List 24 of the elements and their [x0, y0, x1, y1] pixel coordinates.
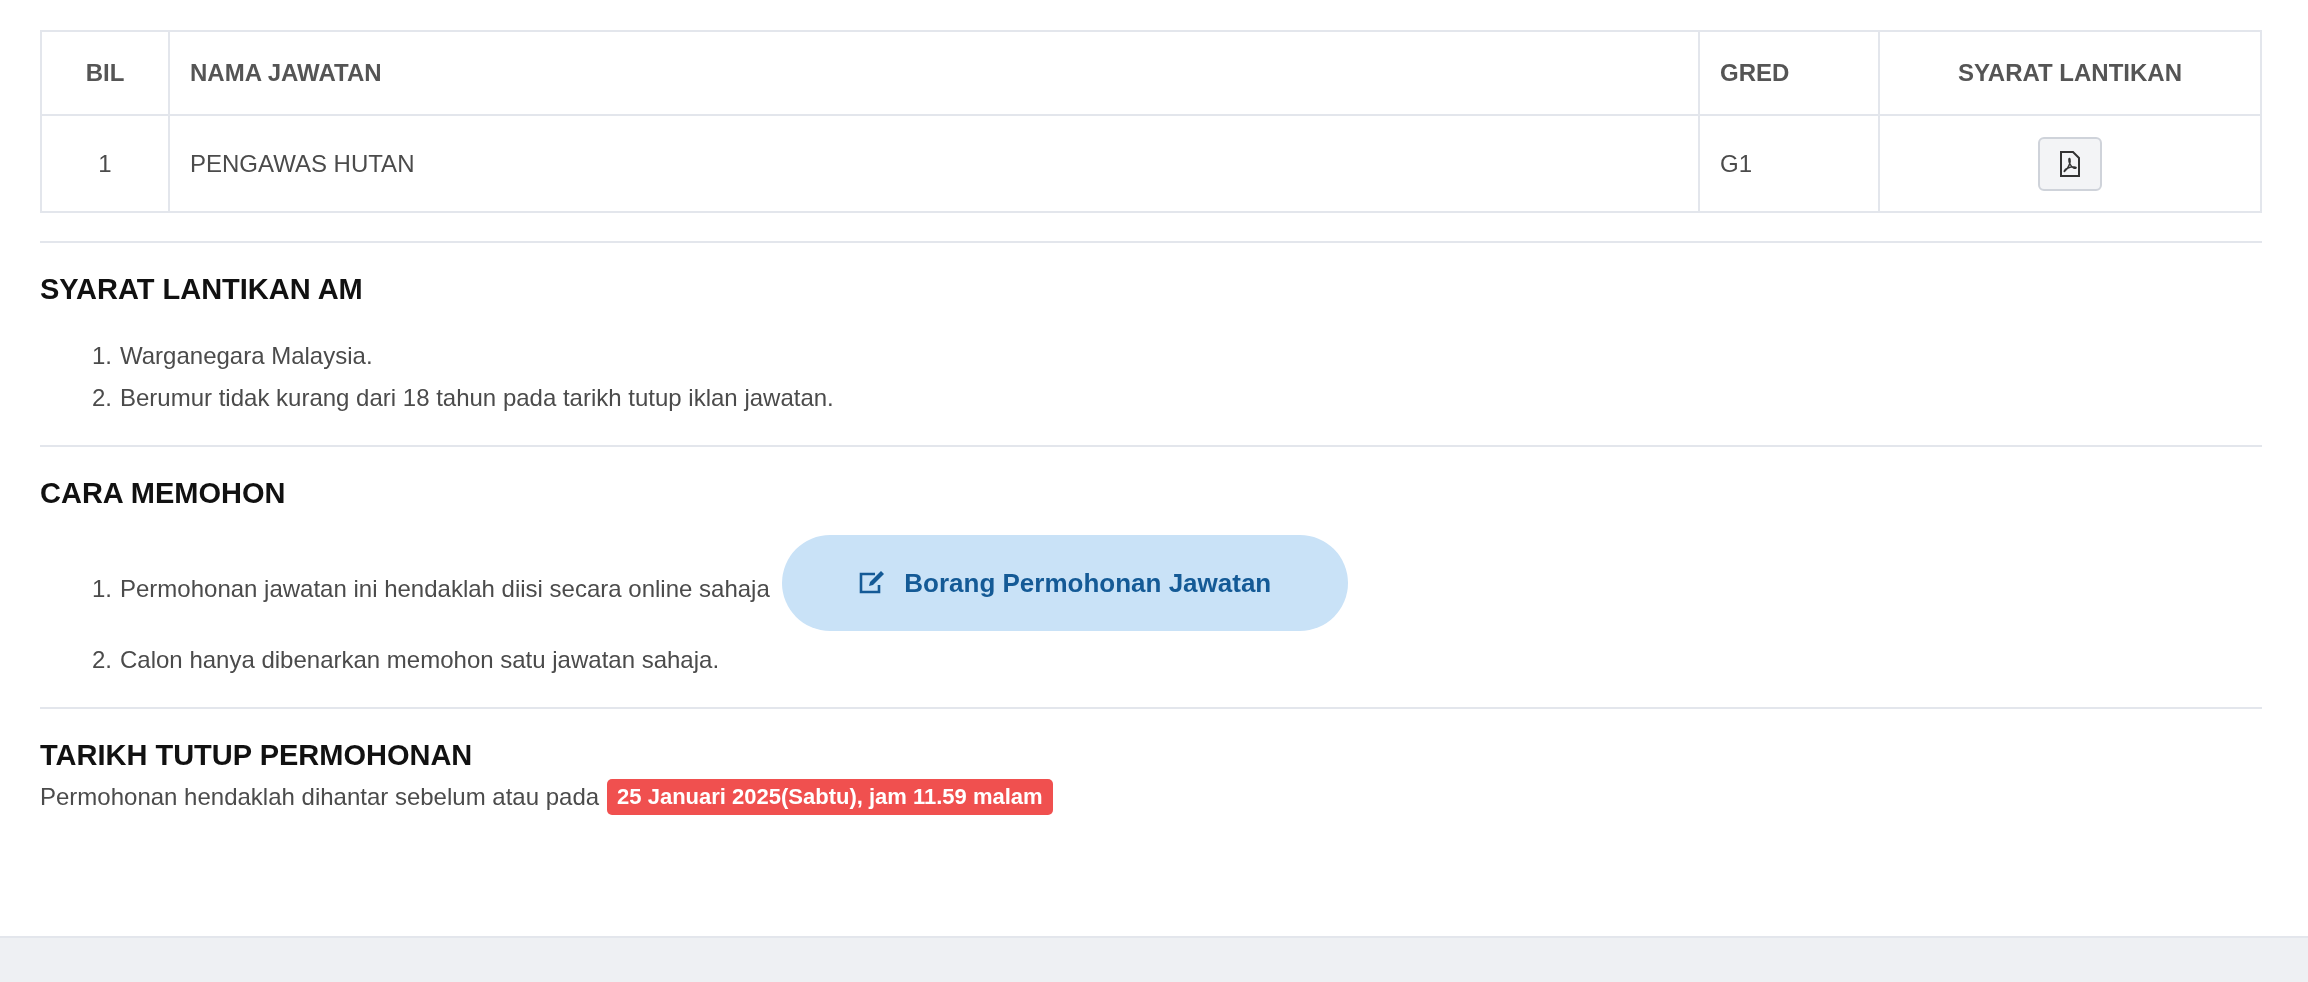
edit-icon: [858, 571, 887, 595]
list-number: 1.: [91, 341, 112, 371]
column-header: BIL: [41, 31, 169, 115]
pdf-file-icon: [2059, 150, 2081, 177]
column-header: SYARAT LANTIKAN: [1879, 31, 2261, 115]
list-number: 2.: [91, 645, 112, 675]
closing-text: Permohonan hendaklah dihantar sebelum atau pada: [40, 782, 600, 812]
list-number: 2.: [91, 383, 112, 413]
list-text: Berumur tidak kurang dari 18 tahun pada tarikh tutup iklan jawatan.: [120, 383, 834, 413]
pdf-button[interactable]: [2038, 136, 2102, 191]
list-number: 1.: [91, 574, 112, 604]
section-title: CARA MEMOHON: [40, 476, 287, 511]
table-cell: G1: [1699, 115, 1879, 212]
column-header: NAMA JAWATAN: [169, 31, 1699, 115]
date-badge: 25 Januari 2025(Sabtu), jam 11.59 malam: [607, 779, 1053, 815]
list-text: Calon hanya dibenarkan memohon satu jawatan sahaja.: [120, 645, 720, 675]
table-cell: PENGAWAS HUTAN: [169, 115, 1699, 212]
section-title: TARIKH TUTUP PERMOHONAN: [40, 738, 474, 773]
table-cell: 1: [41, 115, 169, 212]
list-text: Permohonan jawatan ini hendaklah diisi secara online sahaja: [120, 574, 770, 604]
list-text: Warganegara Malaysia.: [120, 341, 373, 371]
section-title: SYARAT LANTIKAN AM: [40, 272, 364, 307]
application-form-button[interactable]: Borang Permohonan Jawatan: [781, 535, 1348, 631]
column-header: GRED: [1699, 31, 1879, 115]
